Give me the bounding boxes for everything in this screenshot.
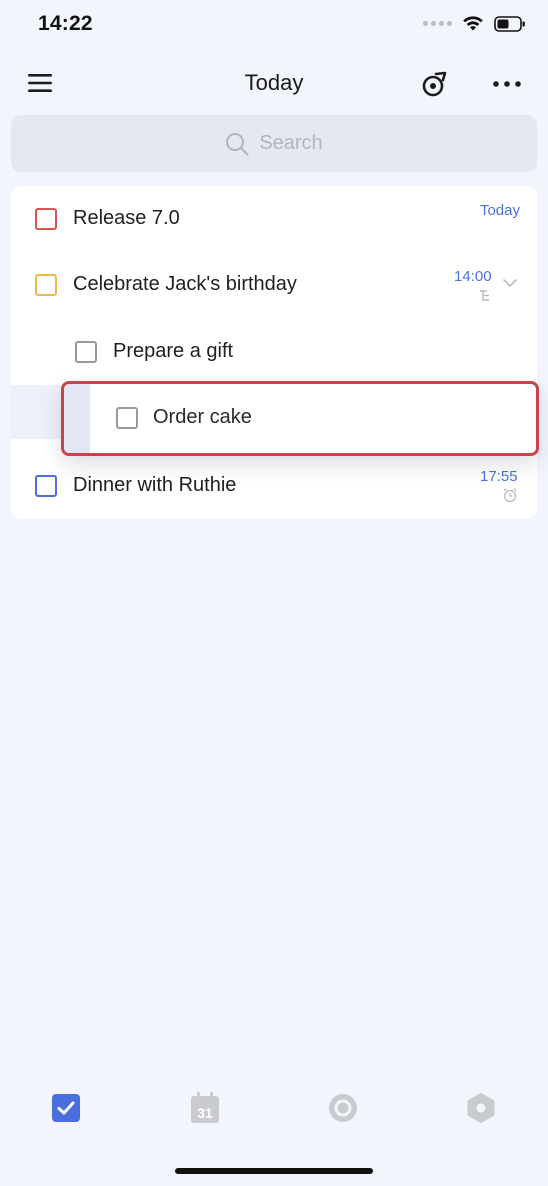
task-checkbox[interactable] (75, 341, 97, 363)
task-title: Release 7.0 (73, 207, 180, 229)
calendar-tab-icon: 31 (191, 1092, 219, 1123)
tab-focus[interactable] (325, 1090, 361, 1126)
drag-handle[interactable] (64, 384, 90, 453)
hexagon-tab-icon (467, 1093, 495, 1123)
status-time: 14:22 (38, 12, 93, 35)
task-row-release[interactable]: Release 7.0 Today (11, 186, 537, 252)
task-checkbox[interactable] (35, 475, 57, 497)
screen: 14:22 Today Search Release 7.0 Today Cel… (0, 0, 548, 1186)
tab-calendar[interactable]: 31 (187, 1090, 223, 1126)
task-date: 14:00 (454, 268, 492, 285)
chevron-down-icon[interactable] (503, 279, 517, 288)
dragged-task-order-cake[interactable]: Order cake (61, 381, 539, 456)
header: Today (0, 58, 548, 110)
tab-bar: 31 (0, 1078, 548, 1138)
task-checkbox[interactable] (35, 274, 57, 296)
checkbox-tab-icon (52, 1094, 80, 1122)
task-date: 17:55 (480, 468, 518, 485)
task-title: Order cake (153, 406, 252, 428)
palette-icon (422, 71, 447, 97)
more-button[interactable] (492, 74, 522, 94)
tab-tasks[interactable] (48, 1090, 84, 1126)
status-bar: 14:22 (0, 0, 548, 50)
page-title: Today (244, 70, 304, 95)
search-placeholder: Search (259, 132, 323, 154)
battery-icon (494, 15, 525, 32)
search-bar[interactable]: Search (11, 115, 537, 172)
task-row-prepare-gift[interactable]: Prepare a gift (11, 319, 537, 385)
task-row-celebrate[interactable]: Celebrate Jack's birthday 14:00 (11, 252, 537, 318)
task-checkbox[interactable] (116, 407, 138, 429)
task-checkbox[interactable] (35, 208, 57, 230)
subtask-icon (480, 290, 489, 301)
search-icon (226, 132, 249, 156)
task-date: Today (479, 202, 520, 219)
task-title: Dinner with Ruthie (73, 474, 237, 496)
cellular-signal-icon (423, 21, 452, 26)
tab-settings[interactable] (463, 1090, 499, 1126)
wifi-icon (463, 16, 483, 31)
focus-tab-icon (329, 1094, 357, 1122)
task-title: Prepare a gift (113, 340, 234, 362)
theme-button[interactable] (421, 70, 449, 98)
task-row-dinner[interactable]: Dinner with Ruthie 17:55 (11, 453, 537, 519)
alarm-icon (503, 488, 517, 503)
more-dots-icon (493, 81, 521, 87)
task-list: Release 7.0 Today Celebrate Jack's birth… (11, 186, 537, 519)
home-indicator (175, 1168, 373, 1174)
task-title: Celebrate Jack's birthday (73, 273, 297, 295)
calendar-day-label: 31 (197, 1105, 213, 1121)
status-icons (423, 15, 526, 32)
